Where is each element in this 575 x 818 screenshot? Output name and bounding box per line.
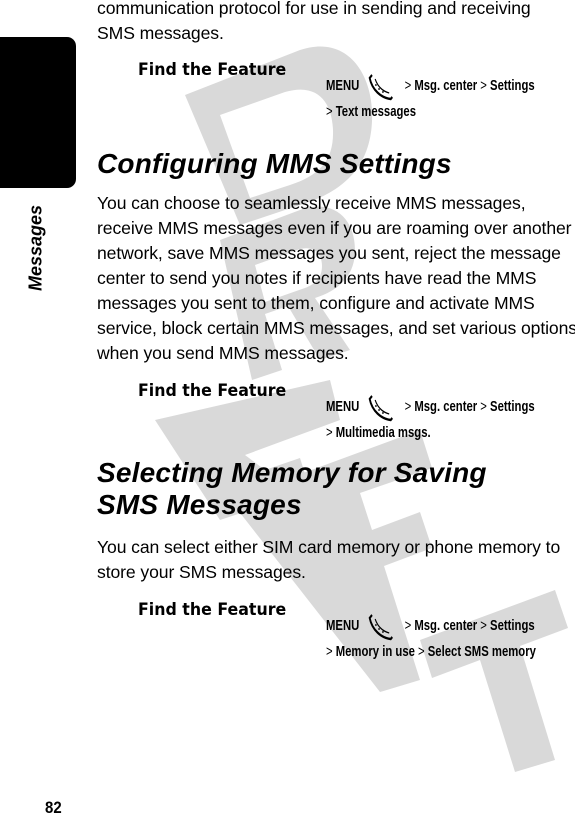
menu-path-line-2: > Text messages — [326, 104, 416, 120]
menu-path-line-1: MENU > Msg. center > Settings — [326, 393, 535, 423]
separator: > — [480, 399, 487, 415]
menu-item: Settings — [490, 399, 535, 415]
menu-key-icon — [368, 614, 393, 641]
separator: > — [326, 104, 333, 120]
menu-key-label: MENU — [326, 618, 360, 634]
separator: > — [480, 78, 487, 94]
separator: > — [418, 644, 425, 660]
menu-item: Text messages — [335, 104, 416, 120]
menu-item: Msg. center — [414, 399, 478, 415]
separator: > — [326, 644, 333, 660]
menu-key-label: MENU — [326, 399, 360, 415]
separator: > — [326, 425, 333, 441]
section-heading-mms: Configuring MMS Settings — [97, 148, 452, 179]
page-number: 82 — [45, 798, 62, 817]
menu-key-icon — [368, 74, 393, 101]
heading-line-1: Selecting Memory for Saving — [97, 457, 487, 488]
heading-line-2: SMS Messages — [97, 489, 302, 520]
mms-paragraph: You can choose to seamlessly receive MMS… — [97, 193, 575, 363]
menu-path-line-1: MENU > Msg. center > Settings — [326, 72, 535, 102]
find-feature-multimedia: Find the Feature MENU > Msg. center > Setti… — [97, 381, 575, 441]
memory-paragraph: You can select either SIM card memory or… — [97, 537, 561, 582]
find-feature-label: Find the Feature — [138, 381, 287, 401]
find-feature-text-messages: Find the Feature MENU > Msg. center > Setti… — [97, 60, 575, 120]
menu-key-icon — [368, 395, 393, 422]
menu-key-label: MENU — [326, 78, 360, 94]
find-feature-sms-memory: Find the Feature MENU > Msg. center > Setti… — [97, 600, 575, 660]
separator: > — [404, 78, 412, 94]
separator: > — [404, 618, 412, 634]
separator: > — [404, 399, 412, 415]
menu-path-line-2: > Memory in use > Select SMS memory — [326, 644, 536, 660]
find-feature-label: Find the Feature — [138, 60, 287, 80]
side-section-label: Messages — [25, 204, 46, 292]
separator: > — [480, 618, 487, 634]
intro-paragraph: communication protocol for use in sendin… — [97, 0, 531, 43]
menu-item: Settings — [490, 78, 535, 94]
find-feature-label: Find the Feature — [138, 600, 287, 620]
menu-item: Msg. center — [414, 78, 478, 94]
page-content: communication protocol for use in sendin… — [97, 0, 575, 660]
menu-item: Memory in use — [335, 644, 415, 660]
menu-item: Select SMS memory — [427, 644, 536, 660]
menu-path-line-1: MENU > Msg. center > Settings — [326, 612, 535, 642]
section-heading-memory: Selecting Memory for Saving SMS Messages — [97, 457, 575, 521]
menu-item: Msg. center — [414, 618, 478, 634]
menu-path-line-2: > Multimedia msgs. — [326, 425, 431, 441]
menu-item: Settings — [490, 618, 535, 634]
menu-item: Multimedia msgs. — [335, 425, 431, 441]
section-tab-block — [0, 37, 76, 188]
